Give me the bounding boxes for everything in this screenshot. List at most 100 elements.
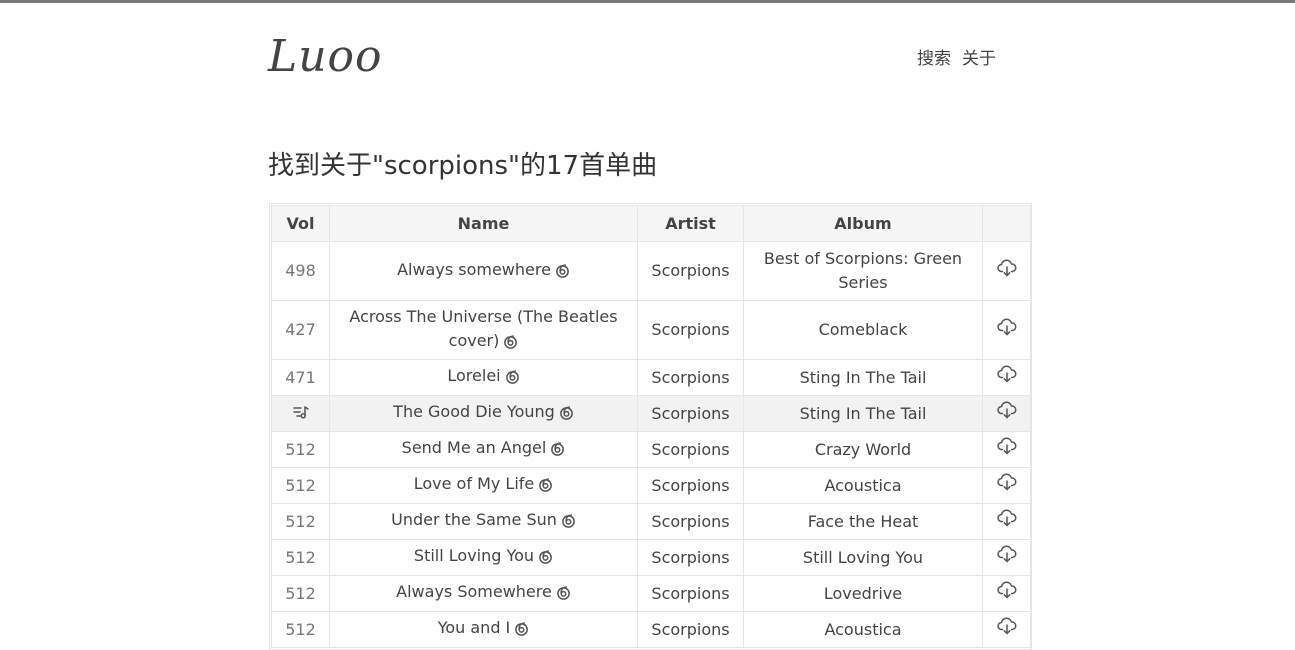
swirl-icon[interactable] [550, 439, 565, 463]
download-cell [982, 611, 1031, 648]
name-cell: Across The Universe (The Beatles cover) [329, 300, 638, 360]
swirl-icon[interactable] [559, 403, 574, 427]
song-name[interactable]: Lorelei [447, 366, 500, 385]
col-header-download [982, 205, 1031, 242]
song-name[interactable]: Always Somewhere [396, 582, 552, 601]
download-cell [982, 539, 1031, 576]
album-cell: Face the Heat [743, 503, 983, 540]
song-name[interactable]: Still Loving You [414, 546, 534, 565]
song-name[interactable]: Across The Universe (The Beatles cover) [349, 307, 617, 350]
album-cell: Acoustica [743, 611, 983, 648]
table-row[interactable]: The Good Die Young Scorpions Sting In The … [271, 395, 1031, 432]
logo[interactable]: Luoo [268, 31, 383, 82]
cloud-download-icon[interactable] [996, 437, 1017, 462]
table-row[interactable]: 512 Love of My Life Scorpions Acoustica [271, 467, 1031, 504]
cloud-download-icon[interactable] [996, 317, 1017, 343]
swirl-icon[interactable] [555, 261, 570, 285]
cloud-download-icon[interactable] [996, 509, 1017, 534]
table-row[interactable]: 512 Under the Same Sun Scorpions Face the H… [271, 503, 1031, 540]
album-cell: Acoustica [743, 467, 983, 504]
download-cell [982, 241, 1031, 301]
vol-cell: 512 [271, 611, 330, 648]
table-row[interactable]: 512 You and I Scorpions Acoustica [271, 611, 1031, 648]
album-cell: Sting In The Tail [743, 395, 983, 432]
name-cell: Lorelei [329, 359, 638, 396]
swirl-icon[interactable] [538, 547, 553, 571]
nav-search-link[interactable]: 搜索 [917, 49, 951, 69]
col-header-vol: Vol [271, 205, 330, 242]
song-name[interactable]: Send Me an Angel [402, 438, 547, 457]
album-cell: Best of Scorpions: Green Series [743, 241, 983, 301]
table-row[interactable]: 498 Always somewhere Scorpions Best of Scor… [271, 241, 1031, 301]
table-row[interactable]: 471 Lorelei Scorpions Sting In The Tail [271, 359, 1031, 396]
name-cell: Under the Same Sun [329, 503, 638, 540]
swirl-icon[interactable] [561, 511, 576, 535]
song-name[interactable]: Always somewhere [397, 260, 551, 279]
vol-cell: 498 [271, 241, 330, 301]
table-row[interactable]: 512 Send Me an Angel Scorpions Crazy World [271, 431, 1031, 468]
artist-cell: Scorpions [637, 611, 744, 648]
download-cell [982, 395, 1031, 432]
artist-cell: Scorpions [637, 241, 744, 301]
album-cell: Comeblack [743, 300, 983, 360]
results-table: Vol Name Artist Album 498 Always somewher… [271, 205, 1031, 648]
name-cell: Still Loving You [329, 539, 638, 576]
table-row[interactable]: 512 Still Loving You Scorpions Still Loving… [271, 539, 1031, 576]
page: Luoo 搜索 关于 找到关于"scorpions"的17首单曲 Vol Name… [0, 3, 1295, 650]
table-row[interactable]: 512 Always Somewhere Scorpions Lovedrive [271, 575, 1031, 612]
swirl-icon[interactable] [514, 619, 529, 643]
cloud-download-icon[interactable] [996, 581, 1017, 606]
swirl-icon[interactable] [503, 332, 518, 356]
swirl-icon[interactable] [538, 475, 553, 499]
vol-cell: 512 [271, 503, 330, 540]
cloud-download-icon[interactable] [996, 473, 1017, 498]
name-cell: Always Somewhere [329, 575, 638, 612]
song-name[interactable]: The Good Die Young [393, 402, 555, 421]
artist-cell: Scorpions [637, 300, 744, 360]
nav-about-link[interactable]: 关于 [962, 49, 996, 69]
cloud-download-icon[interactable] [996, 258, 1017, 284]
swirl-icon[interactable] [556, 583, 571, 607]
table-header-row: Vol Name Artist Album [271, 205, 1031, 242]
col-header-artist: Artist [637, 205, 744, 242]
vol-cell: 512 [271, 575, 330, 612]
now-playing-cell [271, 395, 330, 432]
col-header-name: Name [329, 205, 638, 242]
vol-cell: 471 [271, 359, 330, 396]
table-body: 498 Always somewhere Scorpions Best of Scor… [271, 241, 1031, 648]
download-cell [982, 431, 1031, 468]
vol-cell: 512 [271, 539, 330, 576]
name-cell: The Good Die Young [329, 395, 638, 432]
name-cell: Love of My Life [329, 467, 638, 504]
vol-cell: 427 [271, 300, 330, 360]
album-cell: Lovedrive [743, 575, 983, 612]
name-cell: Send Me an Angel [329, 431, 638, 468]
download-cell [982, 359, 1031, 396]
col-header-album: Album [743, 205, 983, 242]
download-cell [982, 300, 1031, 360]
artist-cell: Scorpions [637, 575, 744, 612]
song-name[interactable]: Under the Same Sun [391, 510, 557, 529]
album-cell: Sting In The Tail [743, 359, 983, 396]
download-cell [982, 467, 1031, 504]
album-cell: Crazy World [743, 431, 983, 468]
song-name[interactable]: You and I [438, 618, 511, 637]
cloud-download-icon[interactable] [996, 545, 1017, 570]
top-nav: 搜索 关于 [917, 44, 1007, 69]
name-cell: Always somewhere [329, 241, 638, 301]
artist-cell: Scorpions [637, 359, 744, 396]
table-row[interactable]: 427 Across The Universe (The Beatles cove… [271, 300, 1031, 360]
now-playing-icon [292, 403, 310, 427]
download-cell [982, 575, 1031, 612]
page-title: 找到关于"scorpions"的17首单曲 [268, 151, 658, 181]
cloud-download-icon[interactable] [996, 365, 1017, 390]
song-name[interactable]: Love of My Life [414, 474, 535, 493]
cloud-download-icon[interactable] [996, 617, 1017, 642]
artist-cell: Scorpions [637, 539, 744, 576]
cloud-download-icon[interactable] [996, 401, 1017, 426]
artist-cell: Scorpions [637, 431, 744, 468]
swirl-icon[interactable] [505, 367, 520, 391]
vol-cell: 512 [271, 467, 330, 504]
results-table-container: Vol Name Artist Album 498 Always somewher… [269, 203, 1032, 650]
download-cell [982, 503, 1031, 540]
